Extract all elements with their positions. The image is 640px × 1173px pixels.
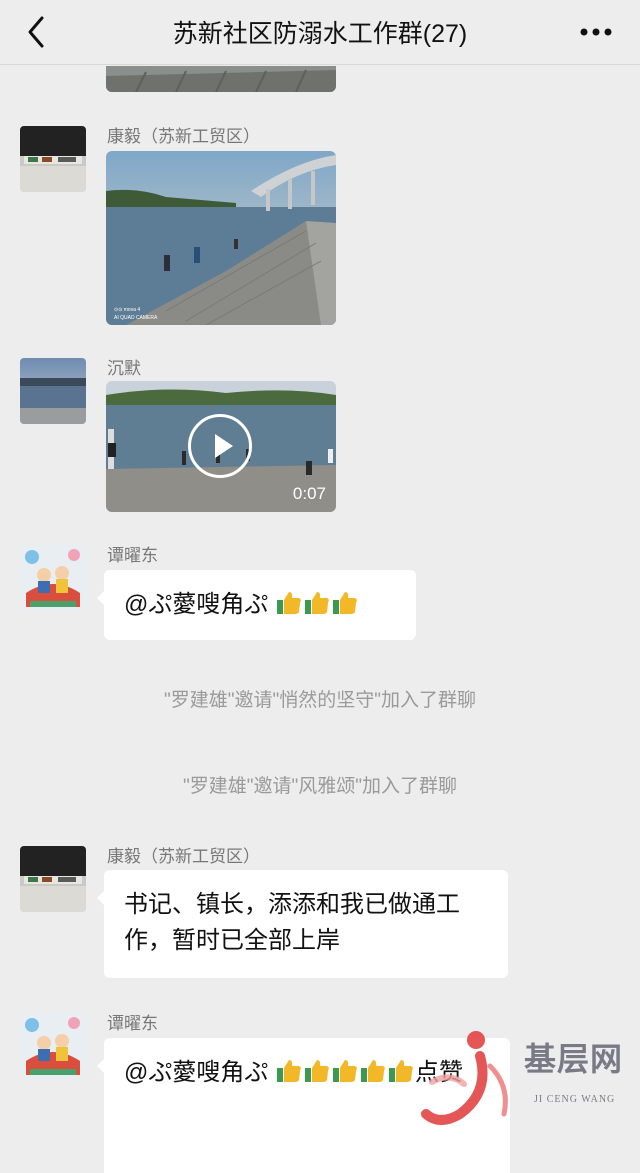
avatar-image <box>20 545 86 611</box>
sender-name: 谭曜东 <box>107 1014 158 1033</box>
avatar-image <box>20 358 86 424</box>
message-text: @ぷ薆嗖角ぷ <box>124 591 269 618</box>
shared-photo: ⊙⊙ mova 4 AI QUAD CAMERA <box>106 151 336 325</box>
back-button[interactable] <box>22 14 52 50</box>
avatar[interactable] <box>20 126 86 192</box>
message-text: 书记、镇长，添添和我已做通工作，暂时已全部上岸 <box>124 891 460 954</box>
avatar[interactable] <box>20 358 86 424</box>
sender-name: 谭曜东 <box>107 546 158 565</box>
sender-name: 康毅（苏新工贸区） <box>107 127 260 146</box>
avatar[interactable] <box>20 1013 86 1079</box>
avatar[interactable] <box>20 545 86 611</box>
system-message: "罗建雄"邀请"悄然的坚守"加入了群聊 <box>164 690 476 711</box>
logo-name: 基层网 <box>524 1041 624 1077</box>
message-bubble[interactable]: 书记、镇长，添添和我已做通工作，暂时已全部上岸 <box>97 870 508 978</box>
image-message[interactable]: ⊙⊙ mova 4 AI QUAD CAMERA <box>106 151 336 325</box>
chat-header: 苏新社区防溺水工作群(27) <box>0 0 640 65</box>
svg-text:AI QUAD CAMERA: AI QUAD CAMERA <box>114 315 158 321</box>
chevron-left-icon <box>28 16 44 48</box>
thumbs-up-icon-group <box>275 1058 415 1095</box>
more-dots-icon <box>580 28 612 36</box>
logo-mark-icon <box>421 1031 508 1125</box>
watermark-logo: 基层网 JI CENG WANG <box>420 1022 640 1139</box>
video-message[interactable]: 0:07 <box>106 381 336 512</box>
thumbs-up-icon <box>277 592 357 614</box>
more-button[interactable] <box>576 20 616 44</box>
svg-text:⊙⊙ mova 4: ⊙⊙ mova 4 <box>114 307 140 313</box>
avatar[interactable] <box>20 846 86 912</box>
video-duration: 0:07 <box>292 484 326 503</box>
play-button[interactable] <box>188 414 252 478</box>
thumbs-up-icon-group <box>275 590 359 627</box>
sender-name: 沉默 <box>107 359 141 378</box>
avatar-image <box>20 846 86 912</box>
avatar-image <box>20 126 86 192</box>
shared-photo <box>106 66 336 92</box>
system-message: "罗建雄"邀请"风雅颂"加入了群聊 <box>183 776 457 797</box>
logo-subtitle: JI CENG WANG <box>534 1094 616 1105</box>
message-text: @ぷ薆嗖角ぷ <box>124 1059 269 1086</box>
image-message[interactable] <box>106 66 336 92</box>
sender-name: 康毅（苏新工贸区） <box>107 847 260 866</box>
group-title: 苏新社区防溺水工作群(27) <box>172 20 468 48</box>
message-bubble[interactable]: @ぷ薆嗖角ぷ <box>97 570 416 640</box>
thumbs-up-icon <box>277 1060 413 1082</box>
avatar-image <box>20 1013 86 1079</box>
